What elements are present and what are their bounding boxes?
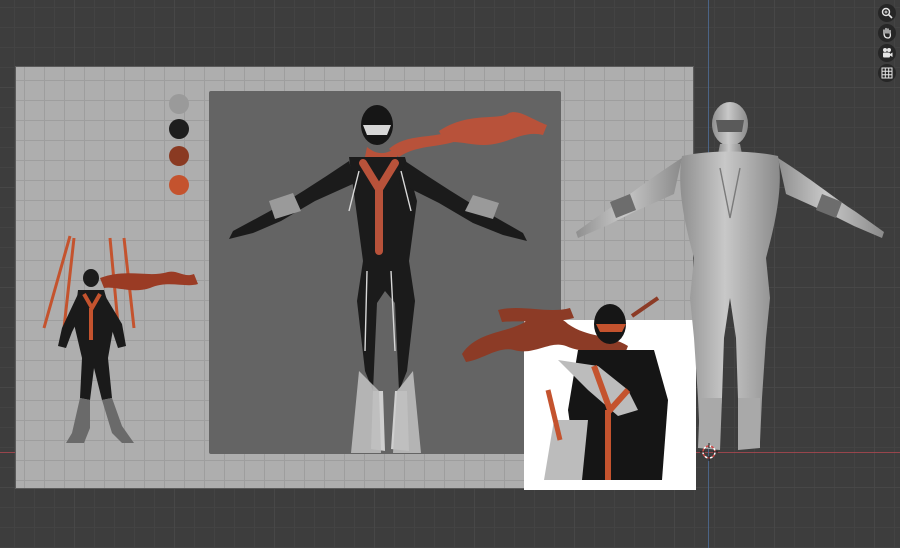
camera-icon[interactable]	[878, 44, 896, 62]
hand-pan-icon[interactable]	[878, 24, 896, 42]
palette-swatch	[169, 94, 189, 114]
zoom-icon[interactable]	[878, 4, 896, 22]
grid-icon[interactable]	[878, 64, 896, 82]
palette-swatch	[169, 119, 189, 139]
small-turnaround-sketch[interactable]	[38, 228, 208, 453]
3d-cursor-icon[interactable]	[700, 443, 718, 461]
grey-base-mesh[interactable]	[570, 98, 890, 458]
3d-viewport[interactable]	[0, 0, 900, 548]
palette-swatch	[169, 175, 189, 195]
palette-swatch	[169, 146, 189, 166]
